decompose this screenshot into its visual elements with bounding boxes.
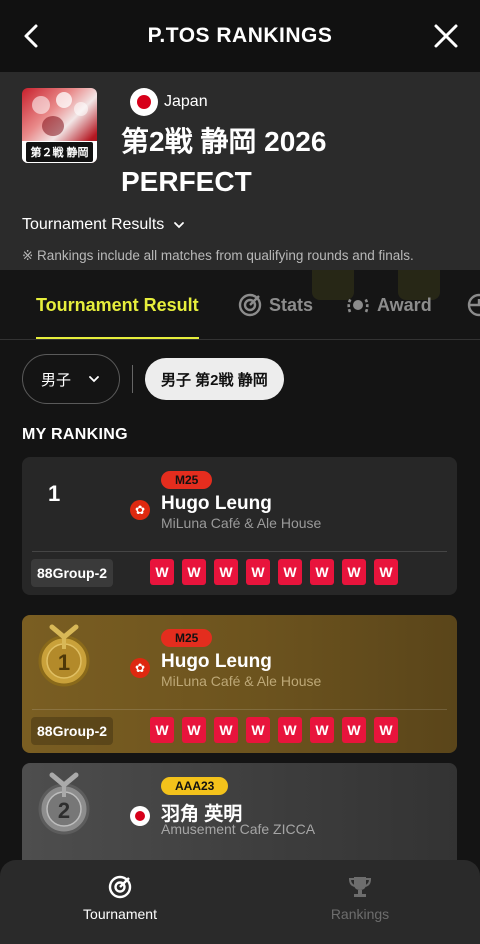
class-badge: AAA23 (161, 777, 229, 795)
match-results: W W W W W W W W (150, 559, 398, 585)
tab-tournament-result[interactable]: Tournament Result (36, 270, 199, 339)
player-shop: MiLuna Café & Ale House (161, 673, 322, 689)
trophy-icon (348, 877, 372, 897)
results-toggle-label: Tournament Results (22, 216, 165, 233)
win-badge: W (342, 559, 366, 585)
hong-kong-flag-icon: ✿ (130, 500, 150, 520)
win-badge: W (246, 717, 270, 743)
nav-rankings[interactable]: Rankings (240, 860, 480, 944)
chevron-down-icon (174, 222, 185, 229)
nav-tournament[interactable]: Tournament (0, 860, 240, 944)
round-filter-chip[interactable]: 男子 第2戦 静岡 (145, 358, 284, 400)
group-label: 88Group-2 (31, 717, 114, 745)
group-label: 88Group-2 (31, 559, 114, 587)
event-name-line2: PERFECT (121, 166, 252, 197)
japan-flag-icon (130, 806, 150, 826)
tab-label: Tournament Result (36, 294, 199, 315)
rankings-note: ※ Rankings include all matches from qual… (22, 248, 414, 263)
event-country: Japan (130, 88, 208, 116)
category-label: 男子 (41, 371, 72, 389)
win-badge: W (150, 559, 174, 585)
app-root: P.TOS RANKINGS 第２戦 静岡 Japan 第2戦 静岡 2026 … (0, 0, 480, 944)
tab-label: Stats (269, 294, 314, 315)
match-results: W W W W W W W W (150, 717, 398, 743)
tab-overflow[interactable] (466, 270, 480, 339)
tab-stats[interactable]: Stats (237, 270, 314, 339)
tab-award[interactable]: Award (345, 270, 432, 339)
close-icon[interactable] (430, 20, 462, 52)
hong-kong-flag-icon: ✿ (130, 658, 150, 678)
player-shop: Amusement Cafe ZICCA (161, 821, 316, 837)
event-name-line1: 第2戦 静岡 2026 (121, 126, 327, 157)
event-thumbnail: 第２戦 静岡 (22, 88, 97, 163)
target-icon (238, 293, 262, 317)
nav-label: Tournament (83, 906, 157, 922)
player-name: Hugo Leung (161, 651, 272, 672)
class-badge: M25 (161, 629, 213, 647)
win-badge: W (374, 559, 398, 585)
section-label: MY RANKING (22, 426, 128, 443)
tournament-results-dropdown[interactable]: Tournament Results (22, 216, 186, 234)
ranking-card-1[interactable]: 1 M25 ✿ Hugo Leung MiLuna Café & Ale Hou… (22, 615, 457, 753)
laurel-icon (347, 297, 369, 313)
page-title: P.TOS RANKINGS (147, 24, 333, 47)
event-name: 第2戦 静岡 2026 PERFECT (121, 122, 461, 202)
win-badge: W (278, 559, 302, 585)
filter-divider (132, 365, 134, 393)
thumbnail-label: 第２戦 静岡 (26, 142, 93, 162)
country-name: Japan (164, 93, 208, 110)
japan-flag-icon (130, 88, 158, 116)
player-shop: MiLuna Café & Ale House (161, 515, 322, 531)
clock-icon (467, 293, 480, 317)
win-badge: W (342, 717, 366, 743)
svg-text:1: 1 (58, 650, 70, 675)
target-icon (108, 875, 132, 899)
svg-text:2: 2 (58, 798, 70, 823)
win-badge: W (246, 559, 270, 585)
win-badge: W (182, 559, 206, 585)
event-header: 第２戦 静岡 Japan 第2戦 静岡 2026 PERFECT Tournam… (0, 72, 480, 270)
chevron-down-icon (89, 376, 99, 383)
chevron-left-icon[interactable] (16, 20, 48, 52)
win-badge: W (310, 559, 334, 585)
bottom-nav: Tournament Rankings (0, 860, 480, 944)
top-bar: P.TOS RANKINGS (0, 0, 480, 72)
win-badge: W (278, 717, 302, 743)
gold-medal-icon: 1 (38, 624, 90, 687)
win-badge: W (150, 717, 174, 743)
ranking-card-my[interactable]: 1 M25 ✿ Hugo Leung MiLuna Café & Ale Hou… (22, 457, 457, 595)
player-name: Hugo Leung (161, 493, 272, 514)
win-badge: W (182, 717, 206, 743)
filter-bar: 男子 男子 第2戦 静岡 (22, 354, 284, 404)
win-badge: W (214, 717, 238, 743)
win-badge: W (310, 717, 334, 743)
tab-label: Award (377, 294, 432, 315)
rank-number: 1 (48, 481, 61, 506)
category-dropdown[interactable]: 男子 (22, 354, 121, 404)
nav-label: Rankings (330, 906, 390, 922)
silver-medal-icon: 2 (38, 772, 90, 835)
tab-bar: Tournament Result Stats Award (0, 270, 480, 340)
class-badge: M25 (161, 471, 213, 489)
win-badge: W (374, 717, 398, 743)
win-badge: W (214, 559, 238, 585)
